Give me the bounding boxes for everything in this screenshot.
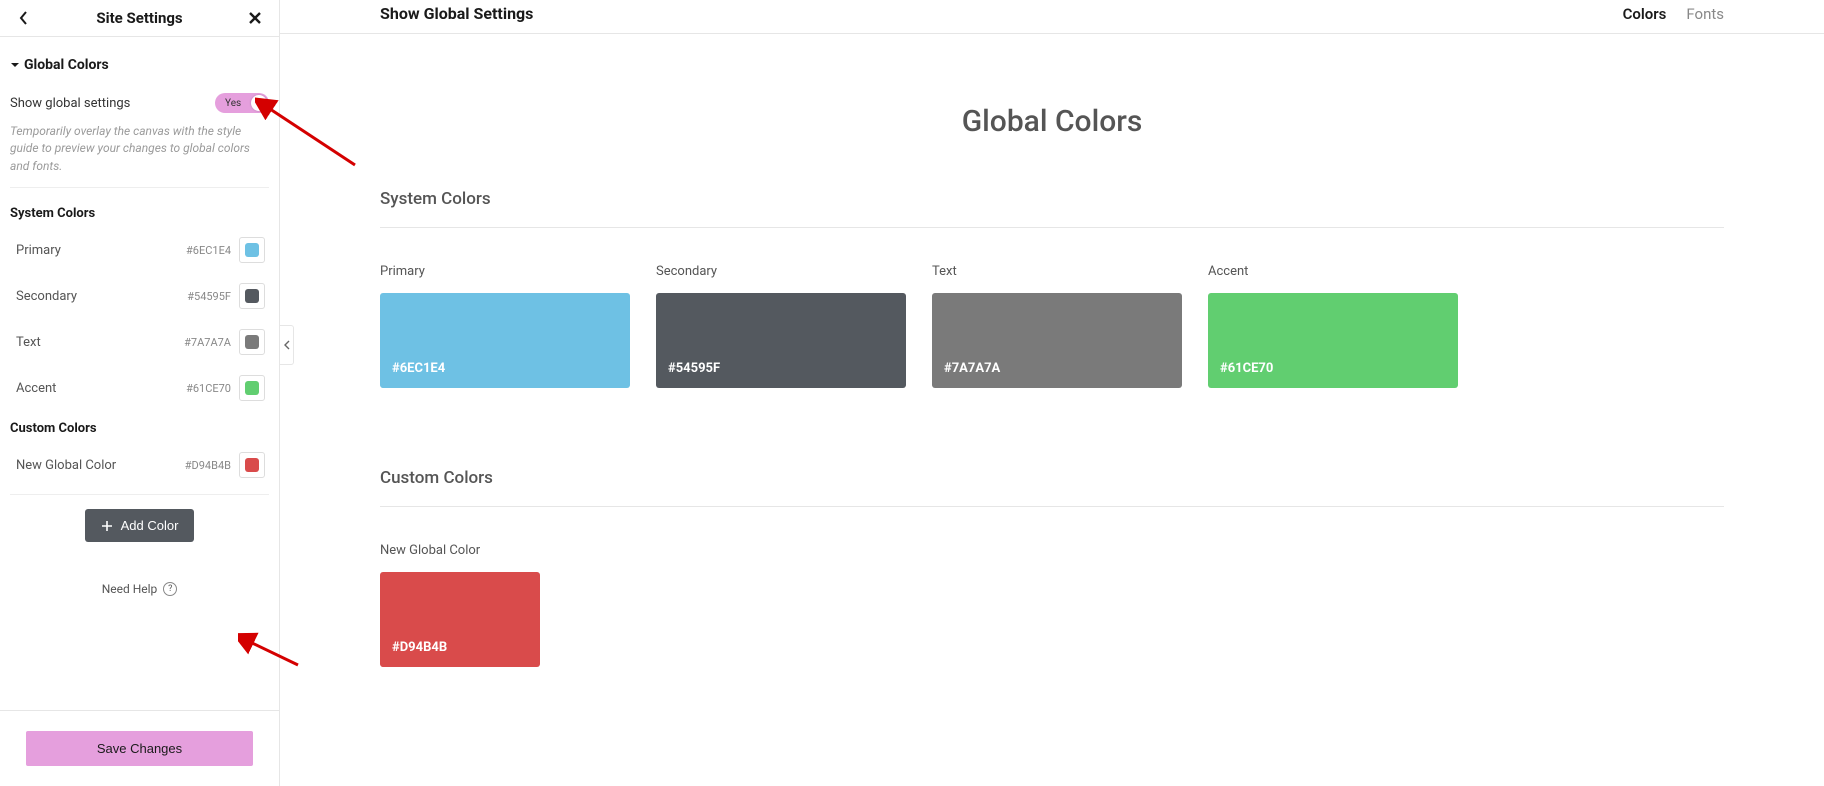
canvas: Global Colors System Colors Primary #6EC… — [280, 34, 1824, 717]
color-swatch — [245, 458, 259, 472]
show-global-toggle[interactable]: Yes — [215, 93, 269, 113]
card-label: New Global Color — [380, 543, 540, 558]
color-row-primary[interactable]: Primary #6EC1E4 — [10, 227, 269, 273]
color-hex: #6EC1E4 — [186, 244, 231, 257]
color-label: Primary — [16, 243, 61, 258]
card-label: Secondary — [656, 264, 906, 279]
custom-colors-grid: New Global Color #D94B4B — [380, 543, 1724, 667]
card-swatch: #54595F — [656, 293, 906, 388]
color-row-secondary[interactable]: Secondary #54595F — [10, 273, 269, 319]
sidebar: Site Settings Global Colors Show global … — [0, 0, 280, 786]
back-icon[interactable] — [14, 8, 34, 28]
color-hex: #54595F — [187, 290, 231, 303]
color-swatch-box[interactable] — [239, 237, 265, 263]
system-colors-heading: System Colors — [10, 192, 269, 227]
add-color-button[interactable]: Add Color — [85, 509, 195, 542]
color-label: New Global Color — [16, 458, 116, 473]
card-hex: #6EC1E4 — [392, 361, 445, 376]
card-hex: #7A7A7A — [944, 361, 1000, 376]
color-swatch-box[interactable] — [239, 452, 265, 478]
caret-down-icon — [10, 60, 20, 70]
need-help-label: Need Help — [102, 582, 158, 596]
system-colors-title: System Colors — [380, 179, 1724, 228]
color-row-custom-0[interactable]: New Global Color #D94B4B — [10, 442, 269, 488]
color-label: Secondary — [16, 289, 77, 304]
color-swatch-box[interactable] — [239, 375, 265, 401]
color-card-custom-0: New Global Color #D94B4B — [380, 543, 540, 667]
color-swatch-box[interactable] — [239, 283, 265, 309]
divider — [10, 494, 269, 495]
close-icon[interactable] — [245, 8, 265, 28]
section-label: Global Colors — [24, 57, 109, 73]
tab-fonts[interactable]: Fonts — [1686, 5, 1724, 23]
color-card-accent: Accent #61CE70 — [1208, 264, 1458, 388]
help-icon: ? — [163, 582, 177, 596]
global-colors-section-toggle[interactable]: Global Colors — [10, 47, 269, 83]
card-swatch: #61CE70 — [1208, 293, 1458, 388]
add-button-label: Add Color — [121, 518, 179, 533]
sidebar-title: Site Settings — [34, 9, 245, 27]
color-hex: #61CE70 — [186, 382, 231, 395]
color-label: Text — [16, 335, 41, 350]
custom-colors-heading: Custom Colors — [10, 411, 269, 442]
color-card-text: Text #7A7A7A — [932, 264, 1182, 388]
card-hex: #54595F — [668, 361, 720, 376]
color-swatch — [245, 335, 259, 349]
card-hex: #61CE70 — [1220, 361, 1273, 376]
description-text: Temporarily overlay the canvas with the … — [10, 123, 269, 188]
tabs: Colors Fonts — [1623, 5, 1724, 23]
color-swatch-box[interactable] — [239, 329, 265, 355]
color-card-secondary: Secondary #54595F — [656, 264, 906, 388]
card-label: Text — [932, 264, 1182, 279]
card-swatch: #7A7A7A — [932, 293, 1182, 388]
need-help-link[interactable]: Need Help ? — [10, 542, 269, 610]
main-header: Show Global Settings Colors Fonts — [280, 0, 1824, 34]
sidebar-footer: Save Changes — [0, 710, 279, 786]
page-title: Global Colors — [380, 84, 1724, 179]
color-hex: #7A7A7A — [184, 336, 231, 349]
color-swatch — [245, 243, 259, 257]
card-hex: #D94B4B — [392, 640, 447, 655]
plus-icon — [101, 520, 113, 532]
color-label: Accent — [16, 381, 56, 396]
sidebar-header: Site Settings — [0, 0, 279, 37]
color-row-text[interactable]: Text #7A7A7A — [10, 319, 269, 365]
show-global-label: Show global settings — [10, 96, 130, 111]
save-changes-button[interactable]: Save Changes — [26, 731, 253, 766]
toggle-knob — [251, 95, 267, 111]
color-swatch — [245, 289, 259, 303]
main-header-title: Show Global Settings — [380, 4, 533, 23]
tab-colors[interactable]: Colors — [1623, 5, 1667, 23]
toggle-label: Yes — [225, 98, 241, 109]
color-row-accent[interactable]: Accent #61CE70 — [10, 365, 269, 411]
card-swatch: #6EC1E4 — [380, 293, 630, 388]
system-colors-grid: Primary #6EC1E4 Secondary #54595F Text #… — [380, 264, 1724, 388]
color-hex: #D94B4B — [185, 459, 231, 472]
show-global-settings-row: Show global settings Yes — [10, 83, 269, 123]
color-card-primary: Primary #6EC1E4 — [380, 264, 630, 388]
card-label: Primary — [380, 264, 630, 279]
main: Show Global Settings Colors Fonts Global… — [280, 0, 1824, 786]
card-swatch: #D94B4B — [380, 572, 540, 667]
custom-colors-title: Custom Colors — [380, 458, 1724, 507]
save-button-label: Save Changes — [97, 741, 182, 756]
color-swatch — [245, 381, 259, 395]
sidebar-content: Global Colors Show global settings Yes T… — [0, 37, 279, 710]
card-label: Accent — [1208, 264, 1458, 279]
